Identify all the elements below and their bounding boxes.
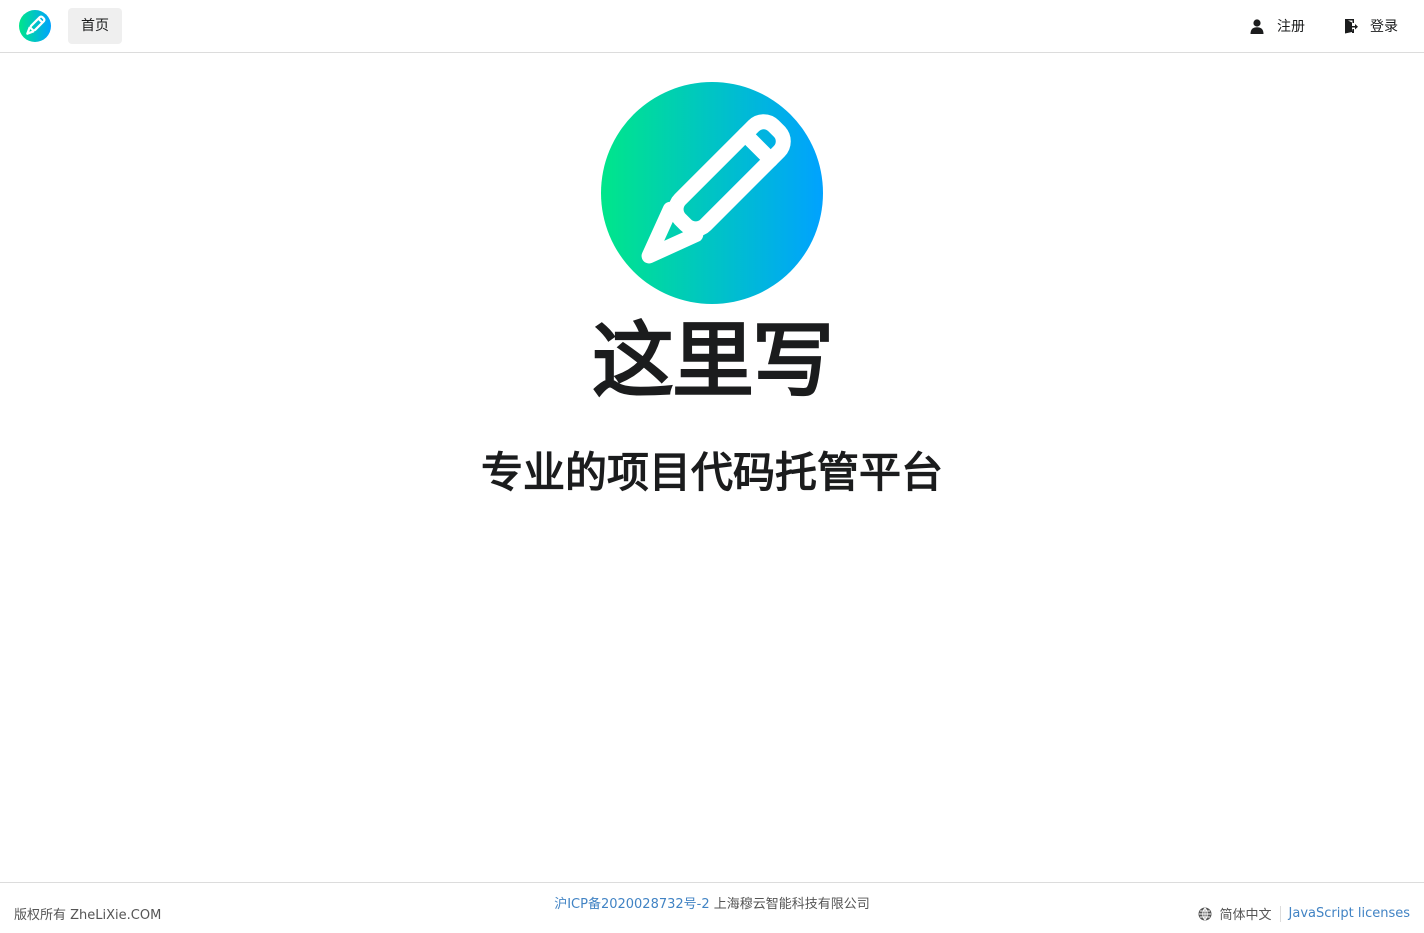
footer-divider [1279,905,1281,922]
footer-right: 简体中文 JavaScript licenses [1198,904,1410,923]
register-label: 注册 [1277,19,1305,35]
footer: 版权所有 ZheLiXie.COM 沪ICP备2020028732号-2 上海穆… [0,882,1424,933]
page: 首页 注册 登录 这里写 专业的项目代码托管平台 版权所有 ZheLiXie.C… [0,0,1424,933]
nav-register-link[interactable]: 注册 [1248,8,1305,44]
nav-login-link[interactable]: 登录 [1341,8,1398,44]
hero-title: 这里写 [591,314,834,409]
top-navbar: 首页 注册 登录 [0,0,1424,53]
globe-icon [1198,907,1212,921]
user-icon [1248,17,1266,35]
language-label: 简体中文 [1219,908,1272,923]
language-switcher[interactable]: 简体中文 [1198,904,1272,923]
icp-link[interactable]: 沪ICP备2020028732号-2 [554,897,709,912]
sign-in-icon [1341,17,1359,35]
hero-subtitle: 专业的项目代码托管平台 [480,448,943,497]
company-name: 上海穆云智能科技有限公司 [713,897,870,912]
pencil-logo-icon [601,82,823,304]
nav-home-link[interactable]: 首页 [68,8,122,44]
javascript-licenses-link[interactable]: JavaScript licenses [1289,906,1410,921]
login-label: 登录 [1370,19,1398,35]
pencil-logo-icon[interactable] [19,10,51,42]
